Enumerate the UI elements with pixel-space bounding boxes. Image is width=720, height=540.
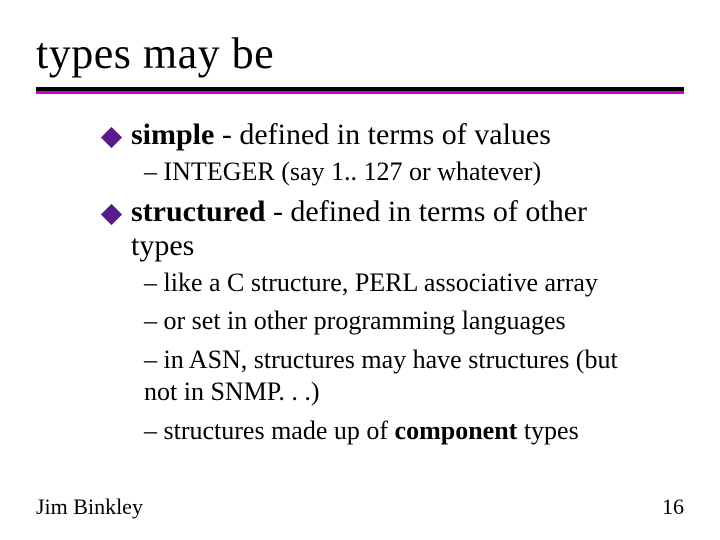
page-number: 16 xyxy=(662,494,684,520)
bullet-text: simple - defined in terms of values xyxy=(131,118,551,152)
footer: Jim Binkley 16 xyxy=(36,494,684,520)
title-accent xyxy=(36,91,684,94)
sub-item: – or set in other programming languages xyxy=(144,305,654,338)
tail-prefix: – structures made up of xyxy=(144,416,395,445)
sub-item: – like a C structure, PERL associative a… xyxy=(144,267,654,300)
bullet-structured: structured - defined in terms of other t… xyxy=(104,195,654,263)
sub-item: – INTEGER (say 1.. 127 or whatever) xyxy=(144,156,654,189)
slide-body: simple - defined in terms of values – IN… xyxy=(36,118,684,447)
bullet-simple: simple - defined in terms of values xyxy=(104,118,654,152)
sub-item: – in ASN, structures may have structures… xyxy=(144,344,654,409)
tail-suffix: types xyxy=(517,416,578,445)
rest: - defined in terms of values xyxy=(214,118,551,151)
slide-title: types may be xyxy=(36,28,684,85)
diamond-icon xyxy=(101,203,122,224)
author: Jim Binkley xyxy=(36,494,143,520)
bullet-text: structured - defined in terms of other t… xyxy=(131,195,654,263)
diamond-icon xyxy=(101,127,122,148)
term: simple xyxy=(131,118,214,151)
term: structured xyxy=(131,195,265,228)
slide: types may be simple - defined in terms o… xyxy=(0,0,720,540)
sub-item: – structures made up of component types xyxy=(144,415,654,448)
tail-bold: component xyxy=(395,416,518,445)
